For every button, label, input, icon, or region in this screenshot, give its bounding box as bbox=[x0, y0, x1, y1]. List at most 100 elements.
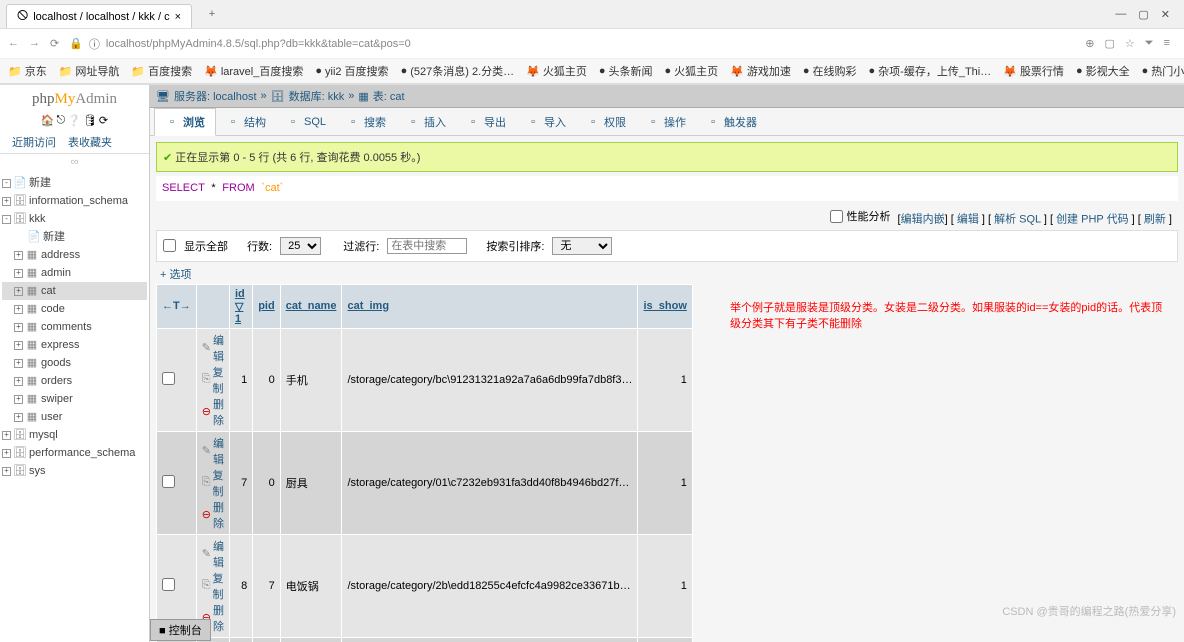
show-all-checkbox[interactable] bbox=[163, 239, 176, 252]
col-id[interactable]: id ▽ 1 bbox=[229, 284, 252, 328]
tree-item-orders[interactable]: +▦orders bbox=[2, 372, 147, 390]
edit-inline-link[interactable]: 编辑内嵌 bbox=[901, 214, 945, 226]
perf-checkbox[interactable] bbox=[830, 210, 843, 223]
reload-nav-icon[interactable]: ⟳ bbox=[99, 114, 108, 127]
close-tab-icon[interactable]: × bbox=[175, 11, 181, 23]
bookmark-item[interactable]: ●(527条消息) 2.分类… bbox=[401, 63, 515, 79]
tree-item-kkk[interactable]: -🗄kkk bbox=[2, 210, 147, 228]
console-toggle[interactable]: ■ 控制台 bbox=[150, 619, 211, 641]
info-icon: ⓘ bbox=[89, 36, 100, 52]
download-icon[interactable]: ⊕ bbox=[1085, 37, 1094, 50]
tree-item-新建[interactable]: 📄新建 bbox=[2, 228, 147, 246]
tree-item-mysql[interactable]: +🗄mysql bbox=[2, 426, 147, 444]
tab-操作[interactable]: ▫操作 bbox=[636, 108, 696, 135]
bookmark-item[interactable]: ●在线购彩 bbox=[803, 63, 857, 79]
tree-item-performance_schema[interactable]: +🗄performance_schema bbox=[2, 444, 147, 462]
options-link[interactable]: + 选项 bbox=[160, 269, 191, 281]
crumb-server[interactable]: 服务器: localhost bbox=[174, 88, 257, 104]
window-close[interactable]: ✕ bbox=[1161, 8, 1170, 21]
home-icon[interactable]: 🏠 bbox=[41, 114, 55, 127]
pocket-icon[interactable]: ⏷ bbox=[1145, 37, 1154, 50]
tab-导出[interactable]: ▫导出 bbox=[456, 108, 516, 135]
bookmark-item[interactable]: ●热门小说 bbox=[1142, 63, 1184, 79]
bookmark-item[interactable]: 🦊laravel_百度搜索 bbox=[204, 63, 303, 79]
parse-sql-link[interactable]: 解析 SQL bbox=[994, 214, 1041, 226]
row-checkbox[interactable] bbox=[162, 475, 175, 488]
row-copy[interactable]: 复制 bbox=[202, 364, 224, 396]
col-[interactable] bbox=[196, 284, 229, 328]
logout-icon[interactable]: ⎋ bbox=[57, 114, 66, 127]
row-edit[interactable]: 编辑 bbox=[202, 332, 224, 364]
browser-tab[interactable]: 🛇 localhost / localhost / kkk / c × bbox=[6, 4, 192, 28]
favorites-tab[interactable]: 表收藏夹 bbox=[62, 131, 118, 153]
tab-触发器[interactable]: ▫触发器 bbox=[696, 108, 767, 135]
tree-item-admin[interactable]: +▦admin bbox=[2, 264, 147, 282]
recent-tab[interactable]: 近期访问 bbox=[6, 131, 62, 153]
bookmark-item[interactable]: 🦊游戏加速 bbox=[730, 63, 791, 79]
tree-item-comments[interactable]: +▦comments bbox=[2, 318, 147, 336]
tree-item-information_schema[interactable]: +🗄information_schema bbox=[2, 192, 147, 210]
col-is_show[interactable]: is_show bbox=[638, 284, 692, 328]
bookmark-item[interactable]: 📁百度搜索 bbox=[131, 63, 192, 79]
col-cat_name[interactable]: cat_name bbox=[280, 284, 342, 328]
bookmark-item[interactable]: ●火狐主页 bbox=[665, 63, 719, 79]
sql-icon[interactable]: 🛢 bbox=[83, 114, 97, 127]
edit-link[interactable]: 编辑 bbox=[957, 214, 979, 226]
col-cat_img[interactable]: cat_img bbox=[342, 284, 638, 328]
row-checkbox[interactable] bbox=[162, 372, 175, 385]
breadcrumb: 🖥服务器: localhost » 🗄数据库: kkk » ▦表: cat bbox=[150, 85, 1184, 108]
create-php-link[interactable]: 创建 PHP 代码 bbox=[1056, 214, 1129, 226]
new-tab-button[interactable]: + bbox=[200, 8, 224, 20]
bookmark-item[interactable]: ●yii2 百度搜索 bbox=[315, 63, 388, 79]
tree-item-swiper[interactable]: +▦swiper bbox=[2, 390, 147, 408]
tree-item-code[interactable]: +▦code bbox=[2, 300, 147, 318]
refresh-link[interactable]: 刷新 bbox=[1144, 214, 1166, 226]
bookmark-icon[interactable]: ☆ bbox=[1125, 37, 1135, 50]
bookmark-item[interactable]: ●头条新闻 bbox=[599, 63, 653, 79]
row-edit[interactable]: 编辑 bbox=[202, 538, 224, 570]
tab-插入[interactable]: ▫插入 bbox=[396, 108, 456, 135]
docs-icon[interactable]: ❔ bbox=[67, 114, 81, 127]
tab-导入[interactable]: ▫导入 bbox=[516, 108, 576, 135]
sort-select[interactable]: 无 bbox=[552, 237, 612, 255]
tab-浏览[interactable]: ▫浏览 bbox=[154, 108, 216, 136]
menu-icon[interactable]: ≡ bbox=[1164, 37, 1170, 50]
crumb-table[interactable]: 表: cat bbox=[373, 88, 405, 104]
reload-button[interactable]: ⟳ bbox=[50, 37, 59, 50]
screenshot-icon[interactable]: ▢ bbox=[1104, 37, 1114, 50]
server-icon: 🖥 bbox=[156, 90, 170, 103]
rows-select[interactable]: 25 bbox=[280, 237, 321, 255]
forward-button[interactable]: → bbox=[29, 37, 40, 50]
bookmark-item[interactable]: ●杂项-缓存，上传_Thi… bbox=[869, 63, 992, 79]
row-delete[interactable]: 删除 bbox=[202, 396, 224, 428]
tree-item-新建[interactable]: -📄新建 bbox=[2, 174, 147, 192]
row-copy[interactable]: 复制 bbox=[202, 467, 224, 499]
tab-权限[interactable]: ▫权限 bbox=[576, 108, 636, 135]
tree-item-sys[interactable]: +🗄sys bbox=[2, 462, 147, 480]
tab-搜索[interactable]: ▫搜索 bbox=[336, 108, 396, 135]
window-minimize[interactable]: — bbox=[1115, 8, 1126, 21]
tree-item-user[interactable]: +▦user bbox=[2, 408, 147, 426]
bookmark-item[interactable]: ●影视大全 bbox=[1076, 63, 1130, 79]
row-delete[interactable]: 删除 bbox=[202, 499, 224, 531]
tree-item-express[interactable]: +▦express bbox=[2, 336, 147, 354]
bookmark-item[interactable]: 🦊股票行情 bbox=[1003, 63, 1064, 79]
row-checkbox[interactable] bbox=[162, 578, 175, 591]
bookmark-item[interactable]: 📁网址导航 bbox=[59, 63, 120, 79]
filter-input[interactable] bbox=[387, 238, 467, 254]
bookmark-item[interactable]: 🦊火狐主页 bbox=[526, 63, 587, 79]
crumb-db[interactable]: 数据库: kkk bbox=[289, 88, 345, 104]
bookmark-item[interactable]: 📁京东 bbox=[8, 63, 47, 79]
row-edit[interactable]: 编辑 bbox=[202, 435, 224, 467]
window-maximize[interactable]: ▢ bbox=[1138, 8, 1148, 21]
col-←T→[interactable]: ←T→ bbox=[157, 284, 197, 328]
tree-item-goods[interactable]: +▦goods bbox=[2, 354, 147, 372]
col-pid[interactable]: pid bbox=[253, 284, 281, 328]
tab-结构[interactable]: ▫结构 bbox=[216, 108, 276, 135]
url-text[interactable]: localhost/phpMyAdmin4.8.5/sql.php?db=kkk… bbox=[106, 38, 411, 50]
back-button[interactable]: ← bbox=[8, 37, 19, 50]
row-copy[interactable]: 复制 bbox=[202, 570, 224, 602]
tree-item-cat[interactable]: +▦cat bbox=[2, 282, 147, 300]
tab-SQL[interactable]: ▫SQL bbox=[276, 108, 336, 135]
tree-item-address[interactable]: +▦address bbox=[2, 246, 147, 264]
